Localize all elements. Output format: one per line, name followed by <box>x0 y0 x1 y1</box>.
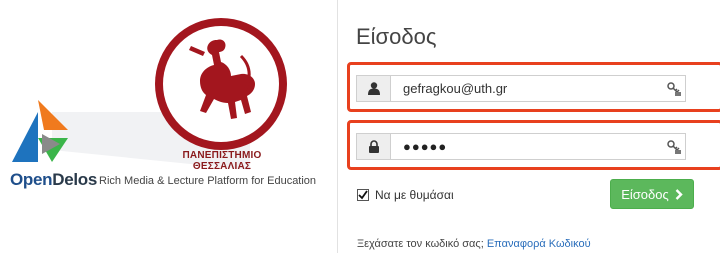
login-button[interactable]: Είσοδος <box>610 179 694 209</box>
password-manager-key-icon[interactable] <box>663 76 685 101</box>
remember-me-control[interactable]: Να με θυμάσαι <box>357 188 454 202</box>
product-name-open: Open <box>10 170 53 189</box>
password-highlight-frame: ●●●●● <box>347 120 720 170</box>
checkmark-icon <box>358 190 368 200</box>
product-name-delos: Delos <box>52 170 98 189</box>
forgot-password-prompt: Ξεχάσατε τον κωδικό σας; <box>357 238 484 250</box>
forgot-password-line: Ξεχάσατε τον κωδικό σας; Επαναφορά Κωδικ… <box>357 238 591 250</box>
branding-panel: ΠΑΝΕΠΙΣΤΗΜΙΟ ΘΕΣΣΑΛΙΑΣ OpenDelos Rich Me… <box>0 0 336 253</box>
username-value[interactable]: gefragkou@uth.gr <box>391 81 663 96</box>
username-highlight-frame: gefragkou@uth.gr <box>347 62 720 112</box>
password-field[interactable]: ●●●●● <box>356 133 686 160</box>
university-seal-icon <box>155 18 287 150</box>
reset-password-link[interactable]: Επαναφορά Κωδικού <box>487 238 591 250</box>
lock-icon <box>357 134 391 159</box>
university-name: ΠΑΝΕΠΙΣΤΗΜΙΟ ΘΕΣΣΑΛΙΑΣ <box>182 150 262 172</box>
opendelos-triangle-logo-icon <box>12 100 68 162</box>
password-value[interactable]: ●●●●● <box>391 139 663 154</box>
password-manager-key-icon[interactable] <box>663 134 685 159</box>
user-icon <box>357 76 391 101</box>
remember-me-label: Να με θυμάσαι <box>375 188 454 202</box>
login-form: Είσοδος gefragkou@uth.gr ●●●●● Να με θυμ… <box>338 0 720 253</box>
product-name: OpenDelos <box>10 170 97 190</box>
login-title: Είσοδος <box>356 24 437 49</box>
chevron-right-icon <box>675 188 683 200</box>
product-tagline: Rich Media & Lecture Platform for Educat… <box>99 175 317 187</box>
remember-me-checkbox[interactable] <box>357 189 369 201</box>
login-button-label: Είσοδος <box>621 186 669 202</box>
username-field[interactable]: gefragkou@uth.gr <box>356 75 686 102</box>
